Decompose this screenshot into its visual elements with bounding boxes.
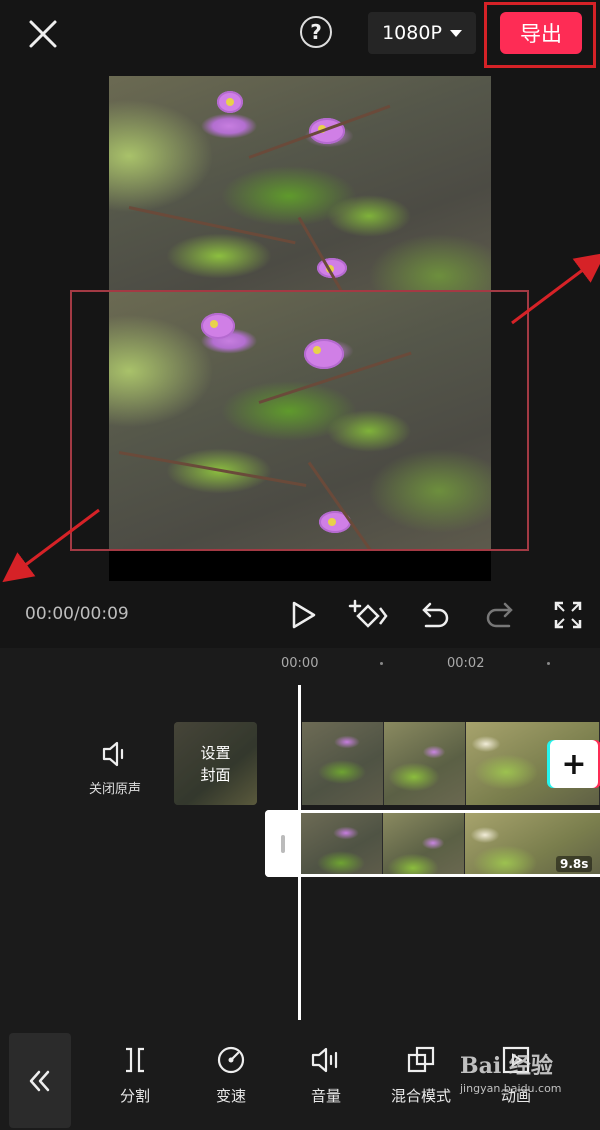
playhead[interactable] <box>298 685 301 1020</box>
cover-label-line2: 封面 <box>200 765 231 784</box>
video-clip-thumb[interactable] <box>302 722 384 805</box>
speaker-icon <box>102 741 124 767</box>
split-icon <box>126 1047 144 1073</box>
blend-mode-icon <box>407 1046 435 1073</box>
tool-speed-label: 变速 <box>215 1087 246 1105</box>
redo-icon[interactable] <box>484 598 518 632</box>
arrow-down-left-icon <box>2 508 100 583</box>
tool-volume[interactable]: 音量 <box>286 1045 366 1106</box>
mute-label: 关闭原声 <box>88 782 141 797</box>
speed-icon <box>217 1046 245 1074</box>
tool-blend-mode[interactable]: 混合模式 <box>381 1045 461 1106</box>
add-clip-button[interactable]: + <box>550 740 598 788</box>
tool-blend-mode-label: 混合模式 <box>390 1087 451 1105</box>
clip-duration: 9.8s <box>556 856 593 872</box>
volume-icon <box>311 1047 338 1073</box>
ruler-dot <box>547 662 550 665</box>
undo-icon[interactable] <box>417 598 451 632</box>
trim-handle-left[interactable] <box>265 810 301 877</box>
play-icon[interactable] <box>286 598 320 632</box>
ruler-time-1: 00:02 <box>447 656 485 671</box>
timecode: 00:00/00:09 <box>25 604 129 624</box>
video-clip-thumb[interactable] <box>384 722 466 805</box>
overlay-clip-thumb <box>301 813 383 874</box>
watermark-url: jingyan.baidu.com <box>460 1082 562 1095</box>
add-keyframe-icon[interactable] <box>346 598 388 632</box>
collapse-toolbar-button[interactable] <box>9 1033 71 1128</box>
annotation-arrows <box>2 252 600 583</box>
mute-original-audio-button[interactable]: 关闭原声 <box>80 740 150 797</box>
cover-label-line1: 设置 <box>200 743 231 762</box>
double-chevron-left-icon <box>29 1070 50 1091</box>
selected-clip-track[interactable] <box>265 810 600 877</box>
set-cover-button[interactable]: 设置 封面 <box>174 722 257 805</box>
overlay-clip-thumb <box>383 813 465 874</box>
tool-split-label: 分割 <box>119 1087 150 1105</box>
fullscreen-icon[interactable] <box>551 598 585 632</box>
tool-volume-label: 音量 <box>310 1087 341 1105</box>
arrow-up-right-icon <box>511 252 600 325</box>
tool-speed[interactable]: 变速 <box>191 1045 271 1106</box>
baidu-jingyan-watermark: Bai 经验 jingyan.baidu.com <box>460 1048 600 1108</box>
ruler-time-0: 00:00 <box>281 656 319 671</box>
watermark-logo: Bai 经验 <box>460 1053 553 1079</box>
tool-split[interactable]: 分割 <box>95 1045 175 1106</box>
ruler-dot <box>380 662 383 665</box>
